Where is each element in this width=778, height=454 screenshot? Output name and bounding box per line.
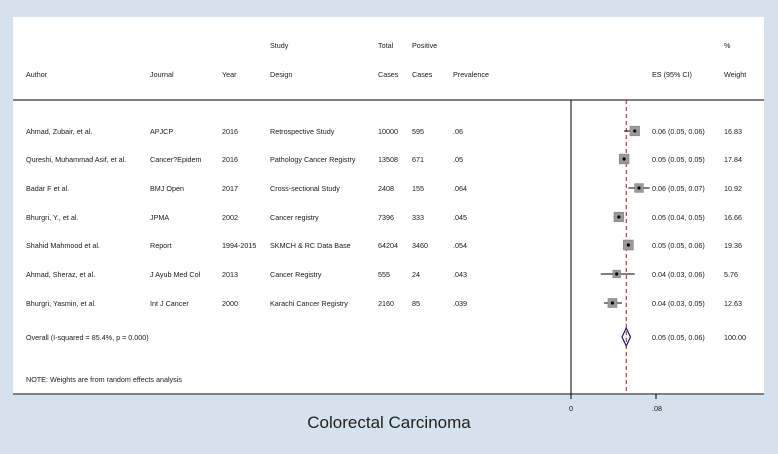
- chart-title: Colorectal Carcinoma: [307, 413, 471, 432]
- point-estimate: [633, 129, 637, 133]
- forest-plot: [13, 99, 764, 399]
- point-estimate: [626, 243, 630, 247]
- point-estimate: [637, 186, 641, 190]
- point-estimate: [615, 272, 619, 276]
- point-estimate: [617, 215, 621, 219]
- overall-diamond: [621, 326, 632, 348]
- point-estimate: [622, 157, 626, 161]
- point-estimate: [610, 301, 615, 305]
